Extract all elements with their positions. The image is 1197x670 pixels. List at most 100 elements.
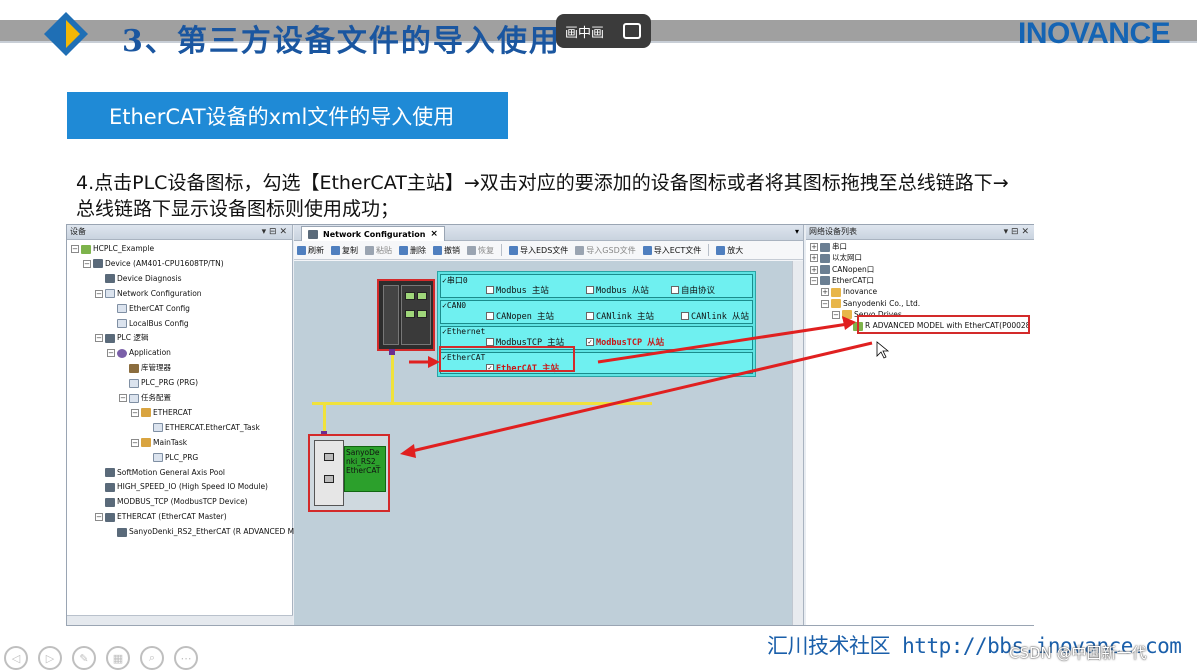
tree-item[interactable]: LocalBus Config [107,318,189,330]
checkbox-icon[interactable] [486,286,494,294]
chevron-down-icon[interactable]: ▾ [795,227,799,236]
expand-toggle-icon[interactable]: − [832,310,840,319]
tree-item[interactable]: HIGH_SPEED_IO (High Speed IO Module) [95,481,268,493]
checkbox-icon[interactable] [486,312,494,320]
expand-toggle-icon[interactable]: − [95,334,103,343]
tree-item[interactable]: − Servo Drives [832,309,902,321]
checkbox-icon[interactable] [586,312,594,320]
tree-item[interactable]: − MainTask [131,437,187,449]
close-icon[interactable]: × [430,228,438,241]
protocol-checkbox[interactable]: CANlink 从站 [681,310,749,322]
expand-toggle-icon[interactable]: + [821,288,829,297]
checkbox-icon[interactable] [486,338,494,346]
editor-area: Network Configuration × ▾ 刷新 复制 粘贴 删除 撤销 恢复 导入… [294,225,804,625]
more-icon[interactable]: ⋯ [174,646,198,670]
tree-item[interactable]: − PLC 逻辑 [95,332,148,344]
tree-item[interactable]: + Inovance [821,286,877,298]
diagnosis-icon [105,274,115,284]
pen-icon[interactable]: ✎ [72,646,96,670]
tree-item[interactable]: − ETHERCAT (EtherCAT Master) [95,511,227,523]
picture-in-picture-button[interactable]: 画中画 [556,14,651,48]
device-icon [93,259,103,269]
tree-item[interactable]: MODBUS_TCP (ModbusTCP Device) [95,496,248,508]
checkbox-checked-icon[interactable]: ✓ [586,338,594,346]
tree-item[interactable]: Device Diagnosis [95,273,182,285]
tree-item[interactable]: − EtherCAT口 [810,275,874,287]
tree-item[interactable]: − Sanyodenki Co., Ltd. [821,298,920,310]
protocol-checkbox[interactable]: CANlink 主站 [586,310,654,322]
tree-item[interactable]: − HCPLC_Example [71,243,154,255]
expand-toggle-icon[interactable]: + [810,265,818,274]
toolbar-button[interactable]: 粘贴 [365,245,392,256]
checkbox-icon[interactable] [681,312,689,320]
network-canvas[interactable]: ✓串口0 Modbus 主站 Modbus 从站 自由协议 ✓CAN0 CANopen … [294,261,792,625]
expand-toggle-icon[interactable]: − [95,513,103,522]
protocol-checkbox[interactable]: CANopen 主站 [486,310,554,322]
panel-pin-close-icon[interactable]: ▾ ⊟ ✕ [262,225,287,239]
toolbar-button[interactable]: 刷新 [297,245,324,256]
toolbar-button[interactable]: 复制 [331,245,358,256]
tree-item[interactable]: + CANopen口 [810,264,874,276]
grid-icon[interactable]: ▦ [106,646,130,670]
tree-item[interactable]: − Application [107,347,171,359]
tree-item[interactable]: − Network Configuration [95,288,202,300]
expand-toggle-icon[interactable]: − [95,289,103,298]
expand-toggle-icon[interactable]: − [810,276,818,285]
protocol-checkbox[interactable]: Modbus 从站 [586,284,649,296]
checkbox-icon[interactable] [671,286,679,294]
prev-icon[interactable]: ◁ [4,646,28,670]
axis-pool-icon [105,468,115,477]
device-panel-header: 设备 ▾ ⊟ ✕ [67,225,292,240]
vertical-scrollbar[interactable] [792,261,803,625]
tree-item-label: R ADVANCED MODEL with EtherCAT(P00028 [865,321,1031,331]
expand-toggle-icon[interactable]: − [107,349,115,358]
slave-device-highlight[interactable]: SanyoDenki_RS2_EtherCAT [308,434,390,512]
expand-toggle-icon[interactable]: − [131,438,139,447]
protocol-checkbox[interactable]: ✓ EtherCAT 主站 [486,362,559,374]
tree-item[interactable]: R ADVANCED MODEL with EtherCAT(P00028 [843,320,1030,332]
tab-network-configuration[interactable]: Network Configuration × [301,226,445,241]
tree-item[interactable]: PLC_PRG [143,452,198,464]
expand-toggle-icon[interactable]: − [71,245,79,253]
tree-item[interactable]: + 串口 [810,241,847,253]
servo-icon [117,527,127,537]
tree-item[interactable]: + 以太网口 [810,252,862,264]
toolbar-button[interactable]: 撤销 [433,245,460,256]
tree-item[interactable]: − 任务配置 [119,392,171,404]
next-icon[interactable]: ▷ [38,646,62,670]
tree-item[interactable]: 库管理器 [119,362,171,374]
tree-item[interactable]: PLC_PRG (PRG) [119,377,198,389]
horizontal-scrollbar[interactable] [67,615,293,625]
expand-toggle-icon[interactable]: − [119,394,127,402]
toolbar-button[interactable]: 放大 [716,245,743,256]
tree-item[interactable]: ETHERCAT.EtherCAT_Task [143,422,260,434]
toolbar-button[interactable]: 导入ECT文件 [642,245,701,256]
toolbar-button[interactable]: 导入GSD文件 [575,245,636,256]
toolbar-button[interactable]: 删除 [399,245,426,256]
tree-item[interactable]: − ETHERCAT [131,407,192,419]
protocol-checkbox[interactable]: Modbus 主站 [486,284,549,296]
expand-toggle-icon[interactable]: − [83,259,91,268]
plc-device-icon[interactable] [377,279,435,351]
protocol-checkbox[interactable]: ModbusTCP 主站 [486,336,564,348]
protocol-option-label: Modbus 主站 [496,286,549,296]
checkbox-checked-icon[interactable]: ✓ [486,364,494,372]
tree-item[interactable]: SoftMotion General Axis Pool [95,467,225,479]
expand-toggle-icon[interactable]: + [810,254,818,263]
toolbar-icon [467,245,476,255]
toolbar-button[interactable]: 导入EDS文件 [509,245,568,256]
expand-toggle-icon[interactable]: + [810,243,818,251]
protocol-checkbox[interactable]: ✓ ModbusTCP 从站 [586,336,664,348]
tree-item[interactable]: EtherCAT Config [107,303,190,315]
toolbar-button[interactable]: 恢复 [467,245,494,256]
expand-toggle-icon[interactable]: − [131,408,139,417]
toolbar-icon [297,245,306,255]
tree-item[interactable]: − Device (AM401-CPU1608TP/TN) [83,258,224,270]
protocol-checkbox[interactable]: 自由协议 [671,284,715,296]
zoom-icon[interactable]: ⌕ [140,646,164,670]
checkbox-icon[interactable] [586,286,594,294]
expand-toggle-icon[interactable]: − [821,299,829,308]
tree-item[interactable]: SanyoDenki_RS2_EtherCAT (R ADVANCED M... [107,526,301,538]
panel-pin-close-icon[interactable]: ▾ ⊟ ✕ [1004,225,1029,239]
